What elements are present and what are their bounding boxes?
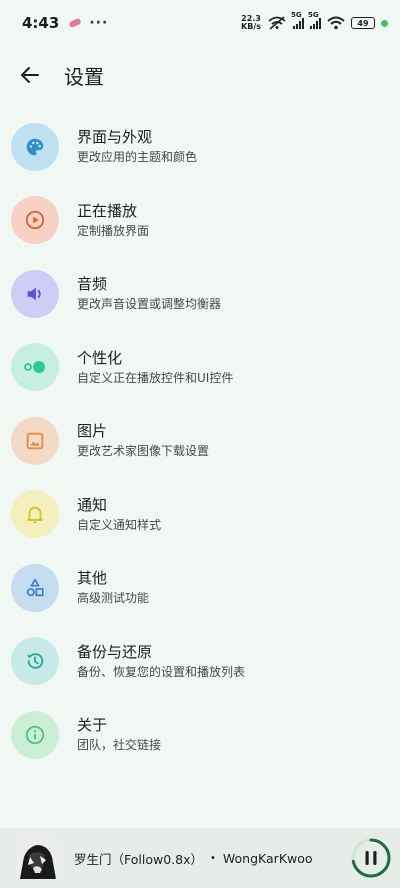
item-title: 备份与还原 [77, 642, 153, 661]
item-title: 正在播放 [77, 201, 138, 220]
palette-icon [26, 138, 44, 155]
album-art-image [16, 837, 58, 879]
play-pause-button[interactable] [350, 837, 392, 879]
setting-item-about[interactable]: 关于 团队，社交链接 [0, 698, 400, 772]
back-button[interactable] [16, 61, 44, 89]
icon-container [11, 343, 59, 392]
item-title: 图片 [77, 422, 108, 441]
icon-container [11, 416, 59, 465]
battery-icon: 49 [351, 17, 375, 29]
net-speed-unit: KB/s [241, 22, 261, 31]
item-title: 通知 [77, 495, 108, 514]
status-time: 4:43 [22, 14, 60, 32]
item-title: 音频 [77, 275, 108, 294]
item-subtitle: 自定义正在播放控件和UI控件 [77, 370, 234, 385]
restore-icon [27, 653, 44, 670]
bell-icon [27, 507, 43, 524]
album-art[interactable] [16, 837, 58, 879]
icon-container [11, 490, 59, 539]
privacy-indicator-dot [381, 19, 388, 27]
item-subtitle: 定制播放界面 [77, 223, 150, 238]
play-circle-icon [25, 211, 45, 230]
app-bar: 设置 [0, 52, 400, 98]
item-subtitle: 高级测试功能 [77, 591, 150, 606]
item-subtitle: 更改艺术家图像下载设置 [77, 444, 210, 459]
icon-container [11, 269, 59, 318]
setting-item-now-playing[interactable]: 正在播放 定制播放界面 [0, 184, 400, 258]
toggle-icon [24, 361, 45, 374]
item-title: 个性化 [77, 348, 123, 367]
wifi-icon [327, 16, 345, 30]
status-bar: 4:43 ··· 22.3 KB/s 5G 5G 49 [0, 0, 400, 46]
icon-container [11, 563, 59, 612]
setting-item-appearance[interactable]: 界面与外观 更改应用的主题和颜色 [0, 110, 400, 184]
item-subtitle: 更改声音设置或调整均衡器 [77, 297, 222, 312]
setting-item-audio[interactable]: 音频 更改声音设置或调整均衡器 [0, 257, 400, 331]
track-title: 罗生门（Follow0.8x） [74, 851, 203, 867]
wifi-off-icon [268, 16, 286, 30]
item-title: 界面与外观 [77, 128, 153, 147]
setting-item-personalize[interactable]: 个性化 自定义正在播放控件和UI控件 [0, 331, 400, 405]
item-subtitle: 自定义通知样式 [77, 517, 162, 532]
icon-container [11, 122, 59, 171]
signal-1-label: 5G [291, 11, 302, 19]
pause-icon [365, 851, 377, 865]
setting-item-other[interactable]: 其他 高级测试功能 [0, 551, 400, 625]
network-speed: 22.3 KB/s [241, 15, 261, 31]
info-icon [25, 725, 45, 744]
page-title: 设置 [64, 64, 104, 89]
setting-item-notifications[interactable]: 通知 自定义通知样式 [0, 478, 400, 552]
arrow-left-icon [21, 67, 39, 83]
progress-ring [351, 838, 391, 878]
cell-signal-icon: 5G [308, 11, 321, 29]
icon-container [11, 637, 59, 686]
image-icon [26, 432, 44, 449]
track-info: 罗生门（Follow0.8x） • WongKarKwoo [74, 849, 313, 868]
separator: • [210, 852, 216, 864]
icon-container [11, 196, 59, 245]
item-subtitle: 更改应用的主题和颜色 [77, 150, 198, 165]
setting-item-backup[interactable]: 备份与还原 备份、恢复您的设置和播放列表 [0, 625, 400, 699]
setting-item-images[interactable]: 图片 更改艺术家图像下载设置 [0, 404, 400, 478]
shapes-icon [26, 578, 44, 596]
mini-player[interactable]: 罗生门（Follow0.8x） • WongKarKwoo [0, 828, 400, 888]
track-artist: WongKarKwoo [222, 850, 313, 866]
item-title: 关于 [77, 716, 108, 735]
notification-pin-icon [68, 17, 83, 29]
volume-icon [27, 287, 41, 301]
more-notifications-icon: ··· [89, 15, 109, 31]
icon-container [11, 710, 59, 759]
cell-signal-icon: 5G [291, 11, 304, 29]
settings-list: 界面与外观 更改应用的主题和颜色 正在播放 定制播放界面 音频 更改声音设置或调… [0, 110, 400, 772]
item-subtitle: 备份、恢复您的设置和播放列表 [77, 664, 246, 679]
item-subtitle: 团队，社交链接 [77, 738, 162, 753]
signal-2-label: 5G [308, 11, 319, 19]
item-title: 其他 [77, 569, 108, 588]
